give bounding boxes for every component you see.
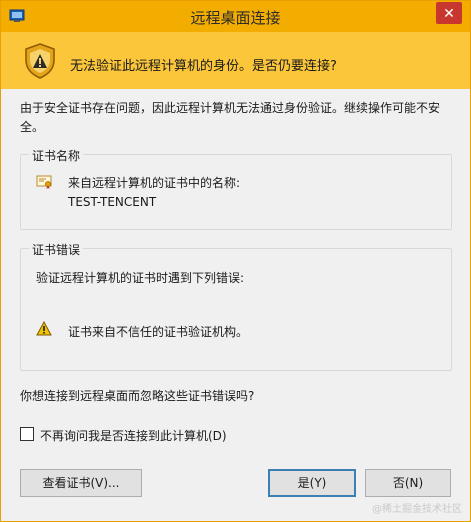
title-bar[interactable]: 远程桌面连接 ✕ [1,1,470,32]
cert-name-value: TEST-TENCENT [68,195,157,209]
window-title: 远程桌面连接 [190,9,281,27]
confirm-question: 你想连接到远程桌面而忽略这些证书错误吗? [20,389,255,403]
watermark: @稀土掘金技术社区 [372,504,462,515]
close-button[interactable]: ✕ [436,2,462,24]
certificate-name-group: 证书名称 来自远程计算机的证书中的名称: TEST-TENCENT [20,147,452,230]
view-certificate-button[interactable]: 查看证书(V)... [20,469,142,497]
description-text: 由于安全证书存在问题，因此远程计算机无法通过身份验证。继续操作可能不安全。 [20,101,441,134]
error-detail-text: 证书来自不信任的证书验证机构。 [68,325,249,339]
cert-from-label: 来自远程计算机的证书中的名称: [68,176,241,190]
group-title-cert-error: 证书错误 [29,241,84,258]
banner-message: 无法验证此远程计算机的身份。是否仍要连接? [70,59,337,74]
dialog-window: 远程桌面连接 ✕ 无法验证此远程计算机的身份。是否仍要连接? 由于安全证书存在问… [0,0,471,522]
certificate-error-group: 证书错误 验证远程计算机的证书时遇到下列错误: 证书来自不信任的证书验证机构。 [20,241,452,371]
warning-triangle-icon [36,321,52,336]
yes-button[interactable]: 是(Y) [268,469,356,497]
certificate-icon [36,175,52,189]
dont-ask-checkbox[interactable] [20,427,34,441]
no-button[interactable]: 否(N) [365,469,451,497]
warning-shield-icon [25,43,55,79]
dont-ask-label[interactable]: 不再询问我是否连接到此计算机(D) [40,427,227,444]
warning-banner: 无法验证此远程计算机的身份。是否仍要连接? [1,32,470,89]
group-title-cert-name: 证书名称 [29,147,84,164]
error-intro-text: 验证远程计算机的证书时遇到下列错误: [36,271,245,285]
